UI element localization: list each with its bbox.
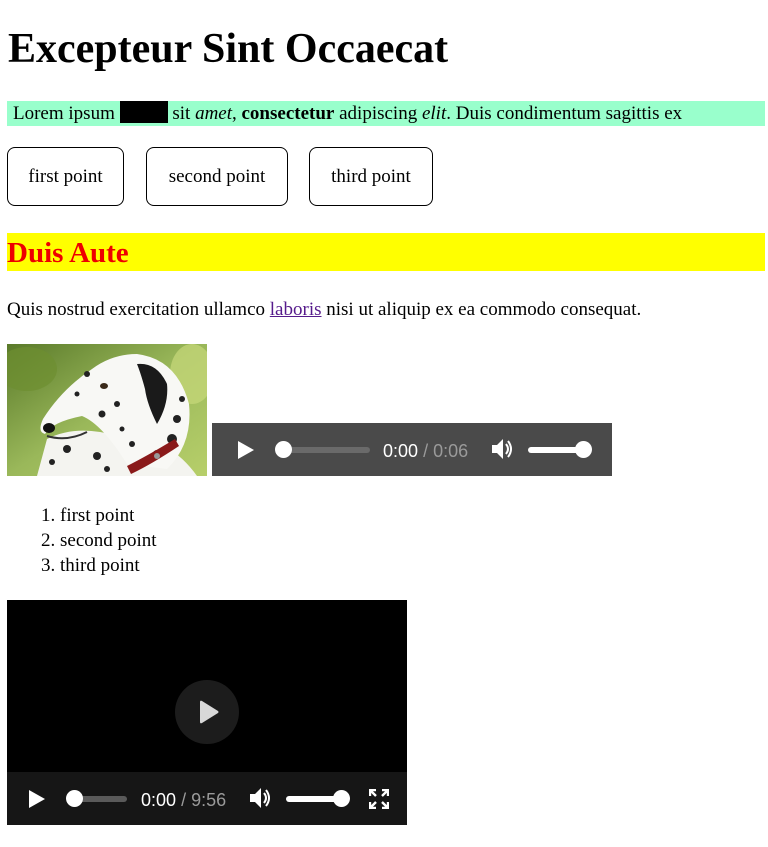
laboris-link[interactable]: laboris [270,299,322,320]
intro-paragraph: Lorem ipsum sit amet, consectetur adipis… [7,101,765,126]
audio-player[interactable]: 0:00 / 0:06 [212,423,612,476]
audio-duration: 0:06 [433,441,469,461]
volume-icon[interactable] [491,438,515,460]
volume-icon[interactable] [249,787,273,809]
audio-progress-track[interactable] [284,447,370,453]
play-icon [200,700,219,724]
video-duration: 9:56 [191,790,227,810]
audio-progress-thumb[interactable] [275,441,292,458]
intro-emphasis-elit: elit [421,103,447,124]
video-volume-thumb[interactable] [333,790,350,807]
intro-strong-consectetur: consectetur [241,103,335,124]
intro-text-adipiscing: adipiscing [339,103,418,124]
play-icon[interactable] [28,789,46,809]
video-player[interactable]: 0:00 / 9:56 [7,600,407,825]
body-paragraph: Quis nostrud exercitation ullamco labori… [7,297,641,323]
play-icon[interactable] [237,440,255,460]
paragraph-text-end: nisi ut aliquip ex ea commodo consequat. [326,299,642,320]
intro-text-start: Lorem ipsum [13,103,115,124]
audio-time-separator: / [423,441,429,461]
ordered-list: first point second point third point [0,503,157,578]
video-progress-thumb[interactable] [66,790,83,807]
video-controls: 0:00 / 9:56 [7,772,407,825]
video-time: 0:00 / 9:56 [141,790,226,810]
audio-time: 0:00 / 0:06 [383,441,468,461]
list-item: third point [60,553,157,578]
intro-emphasis-amet: amet [195,103,232,124]
second-point-button[interactable]: second point [146,147,288,206]
audio-current-time: 0:00 [383,441,419,461]
intro-text-tail: . Duis condimentum sagittis ex [446,103,683,124]
first-point-button[interactable]: first point [7,147,124,206]
list-item: first point [60,503,157,528]
audio-volume-thumb[interactable] [575,441,592,458]
video-big-play-button[interactable] [175,680,239,744]
list-item: second point [60,528,157,553]
redacted-block [119,101,168,123]
paragraph-text-start: Quis nostrud exercitation ullamco [7,299,266,320]
fullscreen-icon[interactable] [369,789,389,809]
intro-text-sit: sit [172,103,191,124]
video-time-separator: / [181,790,187,810]
intro-comma: , [232,103,237,124]
section-heading: Duis Aute [7,233,765,271]
video-current-time: 0:00 [141,790,177,810]
third-point-button[interactable]: third point [309,147,433,206]
page-title: Excepteur Sint Occaecat [8,26,449,72]
dalmatian-image [7,344,207,476]
